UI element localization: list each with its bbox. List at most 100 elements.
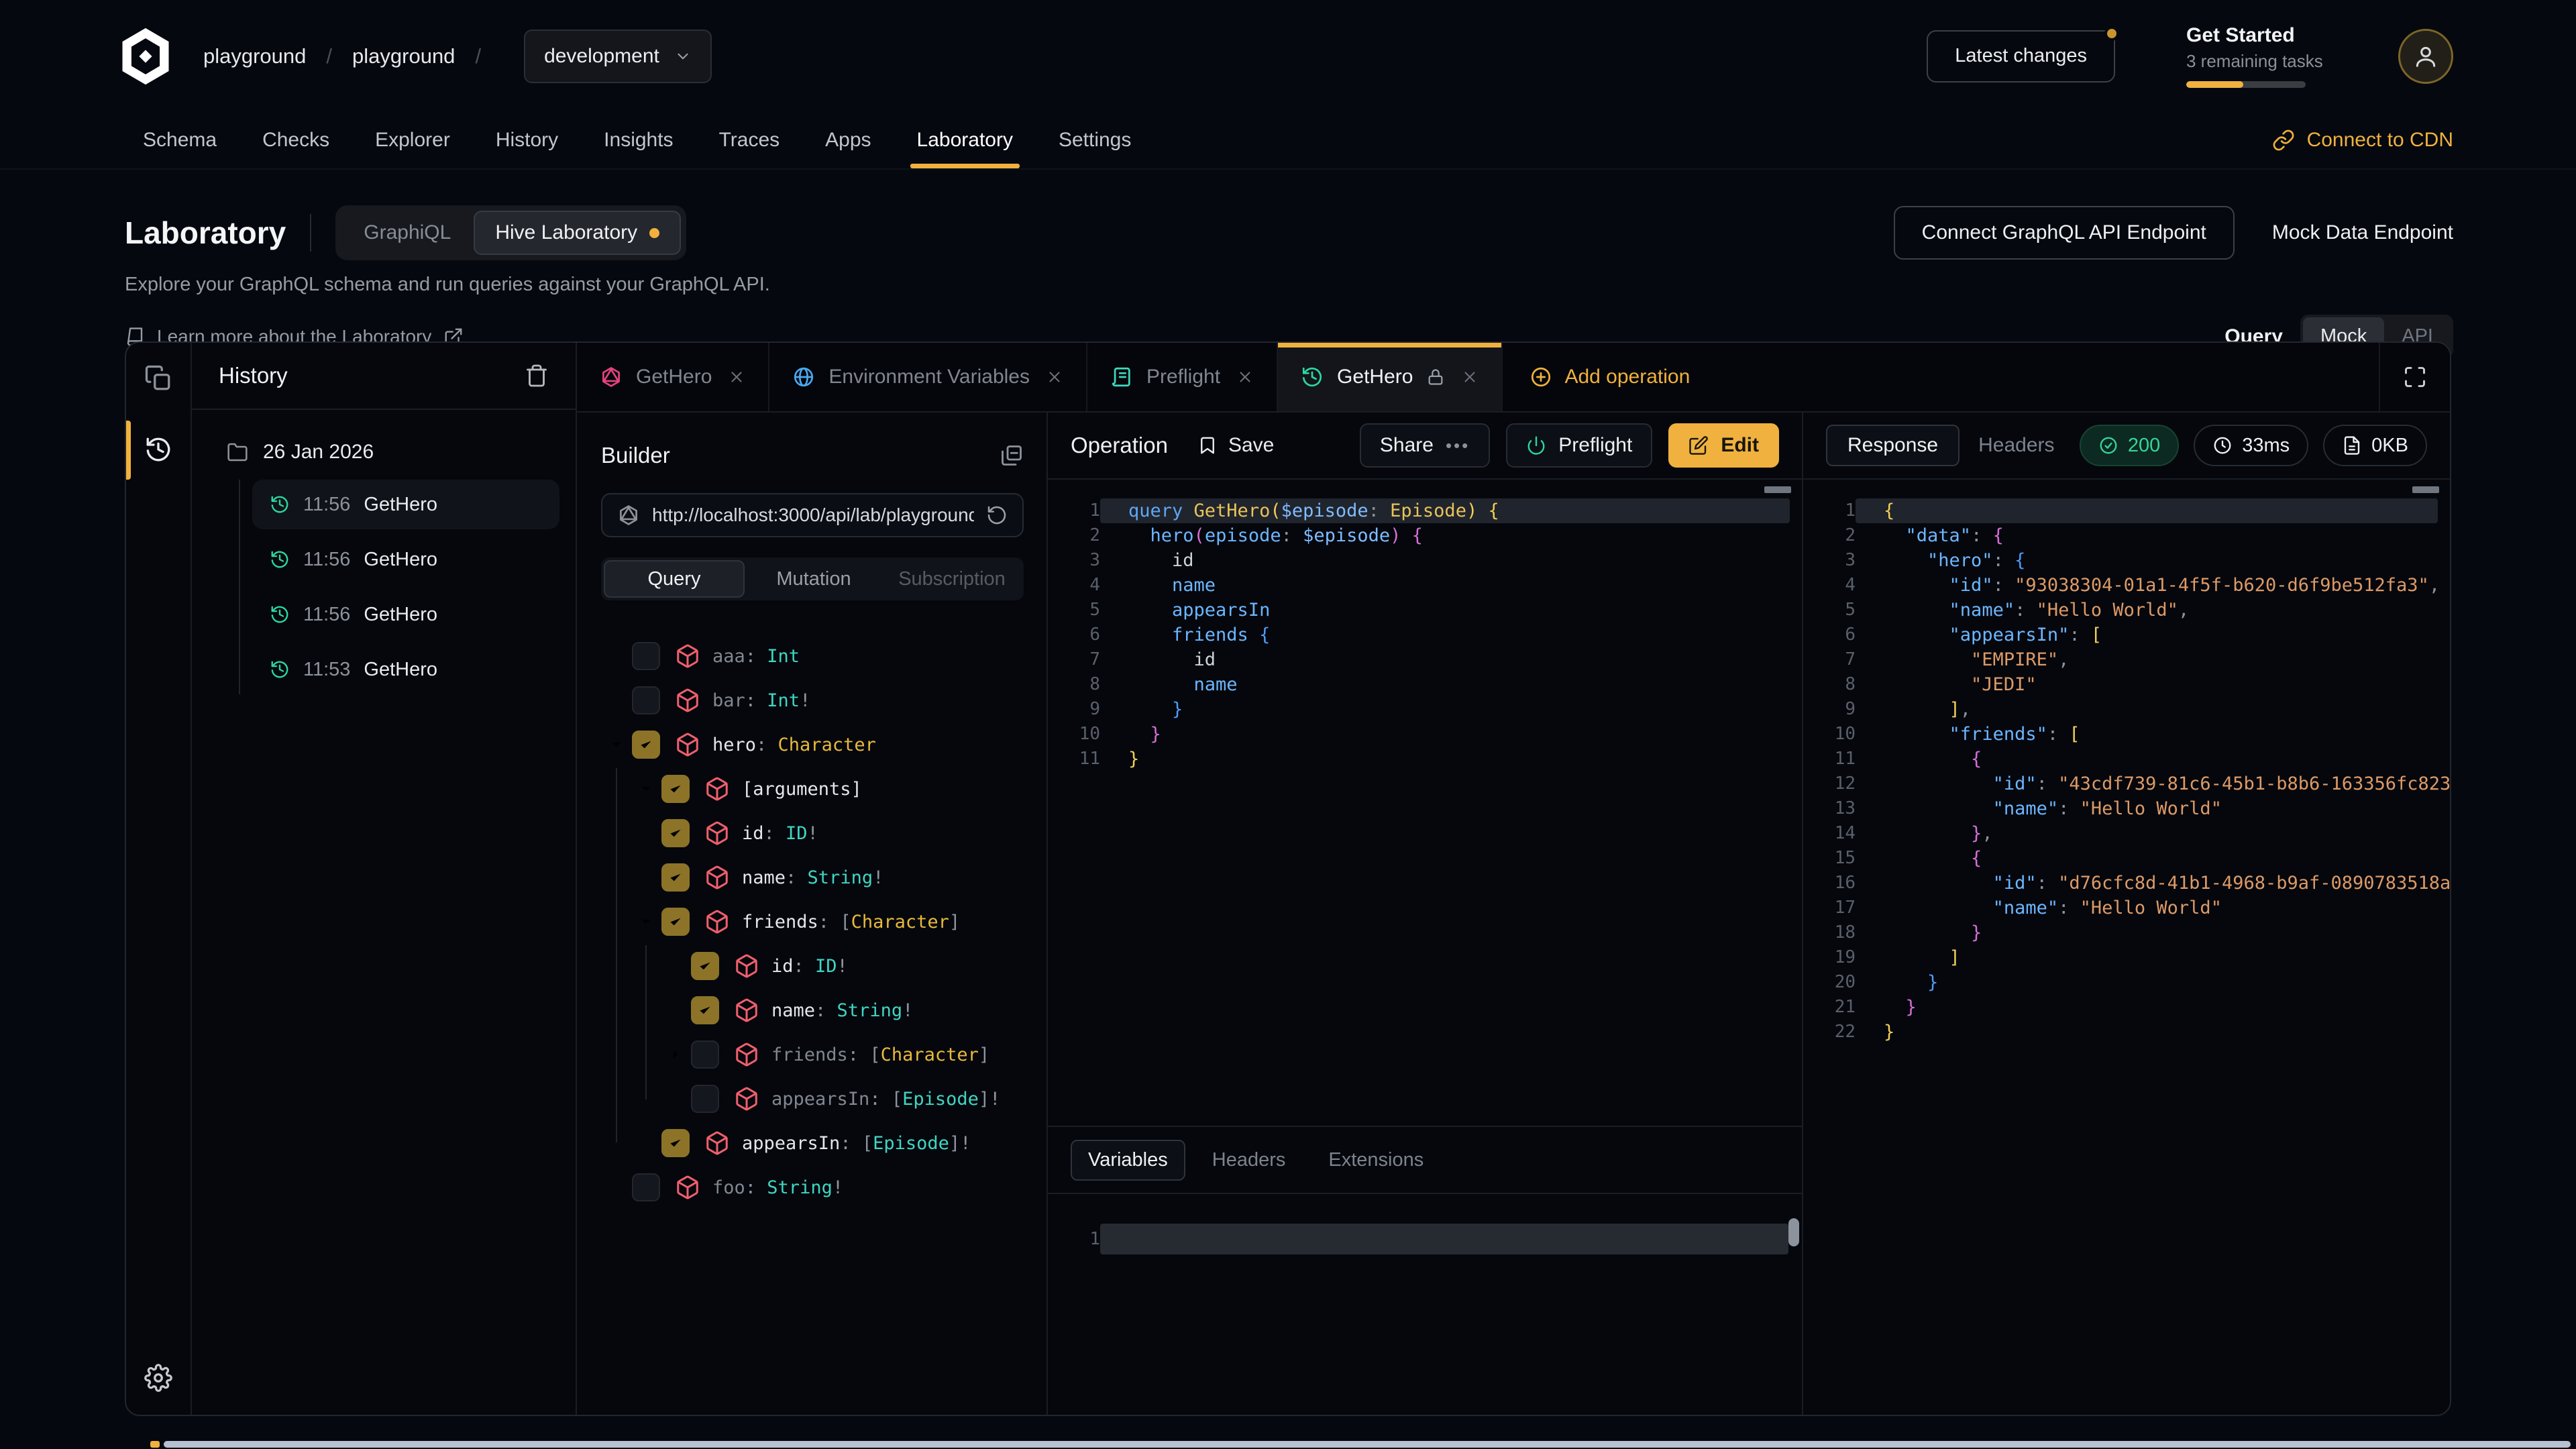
field-checkbox[interactable] — [661, 775, 690, 803]
nav-tab-checks[interactable]: Checks — [239, 112, 352, 168]
line-number: 3 — [1803, 548, 1856, 573]
field-row-appearsIn[interactable]: appearsIn: [Episode]! — [601, 1077, 1024, 1121]
fullscreen-button[interactable] — [2379, 343, 2450, 411]
mode-option-graphiql[interactable]: GraphiQL — [341, 221, 474, 244]
tab-response[interactable]: Response — [1826, 425, 1960, 466]
response-viewer[interactable]: 1{2 "data": {3 "hero": {4 "id": "9303830… — [1803, 480, 2450, 1415]
field-row-friends[interactable]: friends: [Character] — [601, 900, 1024, 944]
field-checkbox[interactable] — [661, 863, 690, 892]
tab-headers[interactable]: Headers — [1960, 426, 2074, 465]
connect-to-cdn-link[interactable]: Connect to CDN — [2272, 112, 2453, 168]
field-checkbox[interactable] — [661, 908, 690, 936]
tab-subscription[interactable]: Subscription — [883, 560, 1021, 598]
field-checkbox[interactable] — [691, 952, 719, 980]
field-row-arguments[interactable]: [arguments] — [601, 767, 1024, 811]
gear-icon[interactable] — [144, 1364, 172, 1392]
chevron-placeholder — [660, 1089, 691, 1109]
edit-button[interactable]: Edit — [1668, 423, 1779, 468]
avatar[interactable] — [2398, 29, 2453, 84]
mode-option-hive-laboratory[interactable]: Hive Laboratory — [474, 211, 681, 255]
check-circle-icon — [2098, 435, 2118, 455]
field-row-id[interactable]: id: ID! — [601, 944, 1024, 988]
nav-tab-history[interactable]: History — [473, 112, 581, 168]
field-row-friends[interactable]: friends: [Character] — [601, 1032, 1024, 1077]
field-row-appearsIn[interactable]: appearsIn: [Episode]! — [601, 1121, 1024, 1165]
field-checkbox[interactable] — [632, 686, 660, 714]
laboratory-workspace: History 26 Jan 2026 11:56GetHero11:56Get… — [125, 341, 2451, 1416]
nav-tab-laboratory[interactable]: Laboratory — [894, 112, 1036, 168]
nav-tab-schema[interactable]: Schema — [120, 112, 239, 168]
history-item[interactable]: 11:56GetHero — [252, 535, 559, 584]
history-icon[interactable] — [144, 435, 172, 464]
latest-changes-button[interactable]: Latest changes — [1927, 30, 2115, 83]
variables-tab-extensions[interactable]: Extensions — [1312, 1141, 1440, 1179]
environment-selector[interactable]: development — [524, 30, 712, 83]
collections-icon[interactable] — [144, 364, 172, 392]
field-checkbox[interactable] — [632, 731, 660, 759]
breadcrumb-org[interactable]: playground — [203, 44, 306, 68]
refresh-icon[interactable] — [986, 504, 1008, 526]
connect-graphql-endpoint-button[interactable]: Connect GraphQL API Endpoint — [1894, 206, 2235, 260]
query-editor[interactable]: 1query GetHero($episode: Episode) {2 her… — [1048, 480, 1802, 1126]
get-started-widget[interactable]: Get Started 3 remaining tasks — [2186, 24, 2334, 88]
history-item[interactable]: 11:53GetHero — [252, 645, 559, 694]
nav-tab-settings[interactable]: Settings — [1036, 112, 1154, 168]
scrollbar-thumb[interactable] — [1788, 1218, 1799, 1246]
code-text: } — [1856, 1020, 2438, 1044]
variables-tab-headers[interactable]: Headers — [1196, 1141, 1302, 1179]
chevron-down-icon[interactable] — [631, 779, 661, 799]
field-checkbox[interactable] — [632, 642, 660, 670]
operation-tab-environment-variables[interactable]: Environment Variables — [769, 343, 1087, 411]
field-row-aaa[interactable]: aaa: Int — [601, 634, 1024, 678]
environment-selector-value: development — [544, 45, 659, 68]
globe-icon — [792, 366, 815, 388]
field-row-id[interactable]: id: ID! — [601, 811, 1024, 855]
nav-tab-traces[interactable]: Traces — [696, 112, 803, 168]
preflight-button[interactable]: Preflight — [1506, 423, 1652, 468]
field-checkbox[interactable] — [691, 1085, 719, 1113]
code-text: query GetHero($episode: Episode) { — [1100, 498, 1790, 523]
horizontal-scrollbar — [0, 1440, 2576, 1449]
active-rail-indicator — [126, 421, 131, 480]
field-row-name[interactable]: name: String! — [601, 988, 1024, 1032]
field-checkbox[interactable] — [691, 996, 719, 1024]
collapse-panel-icon[interactable] — [1000, 443, 1024, 468]
save-button[interactable]: Save — [1197, 434, 1274, 457]
operation-tab-gethero[interactable]: GetHero — [1278, 343, 1503, 411]
history-item[interactable]: 11:56GetHero — [252, 590, 559, 639]
field-row-name[interactable]: name: String! — [601, 855, 1024, 900]
tab-query[interactable]: Query — [604, 560, 745, 598]
trash-icon[interactable] — [525, 364, 549, 388]
operation-tab-preflight[interactable]: Preflight — [1087, 343, 1278, 411]
code-line: 14 }, — [1803, 821, 2450, 846]
nav-tab-explorer[interactable]: Explorer — [352, 112, 473, 168]
code-line: 10 } — [1048, 722, 1802, 747]
variables-editor[interactable]: 1 — [1048, 1194, 1802, 1415]
operation-tab-gethero[interactable]: GetHero — [577, 343, 769, 411]
hive-logo-icon[interactable] — [115, 25, 176, 87]
chevron-down-icon[interactable] — [631, 912, 661, 932]
scrollbar-thumb[interactable] — [164, 1441, 2571, 1448]
history-item[interactable]: 11:56GetHero — [252, 480, 559, 529]
nav-tab-apps[interactable]: Apps — [802, 112, 894, 168]
mock-data-endpoint-button[interactable]: Mock Data Endpoint — [2272, 221, 2453, 244]
nav-tab-insights[interactable]: Insights — [581, 112, 696, 168]
endpoint-url-input[interactable]: http://localhost:3000/api/lab/playground — [601, 493, 1024, 537]
field-checkbox[interactable] — [661, 819, 690, 847]
field-checkbox[interactable] — [661, 1129, 690, 1157]
share-button[interactable]: Share ••• — [1360, 423, 1490, 468]
line-number: 3 — [1048, 548, 1100, 573]
history-date-group[interactable]: 26 Jan 2026 — [227, 441, 559, 464]
more-options-icon: ••• — [1446, 435, 1470, 456]
tab-mutation[interactable]: Mutation — [745, 560, 883, 598]
variables-tab-variables[interactable]: Variables — [1071, 1140, 1185, 1181]
chevron-down-icon[interactable] — [601, 735, 632, 755]
field-checkbox[interactable] — [691, 1040, 719, 1069]
field-row-hero[interactable]: hero: Character — [601, 722, 1024, 767]
field-row-bar[interactable]: bar: Int! — [601, 678, 1024, 722]
add-operation-button[interactable]: Add operation — [1503, 343, 1717, 411]
chevron-right-icon[interactable] — [660, 1044, 691, 1065]
breadcrumb-project[interactable]: playground — [352, 44, 455, 68]
field-row-foo[interactable]: foo: String! — [601, 1165, 1024, 1210]
field-checkbox[interactable] — [632, 1173, 660, 1201]
